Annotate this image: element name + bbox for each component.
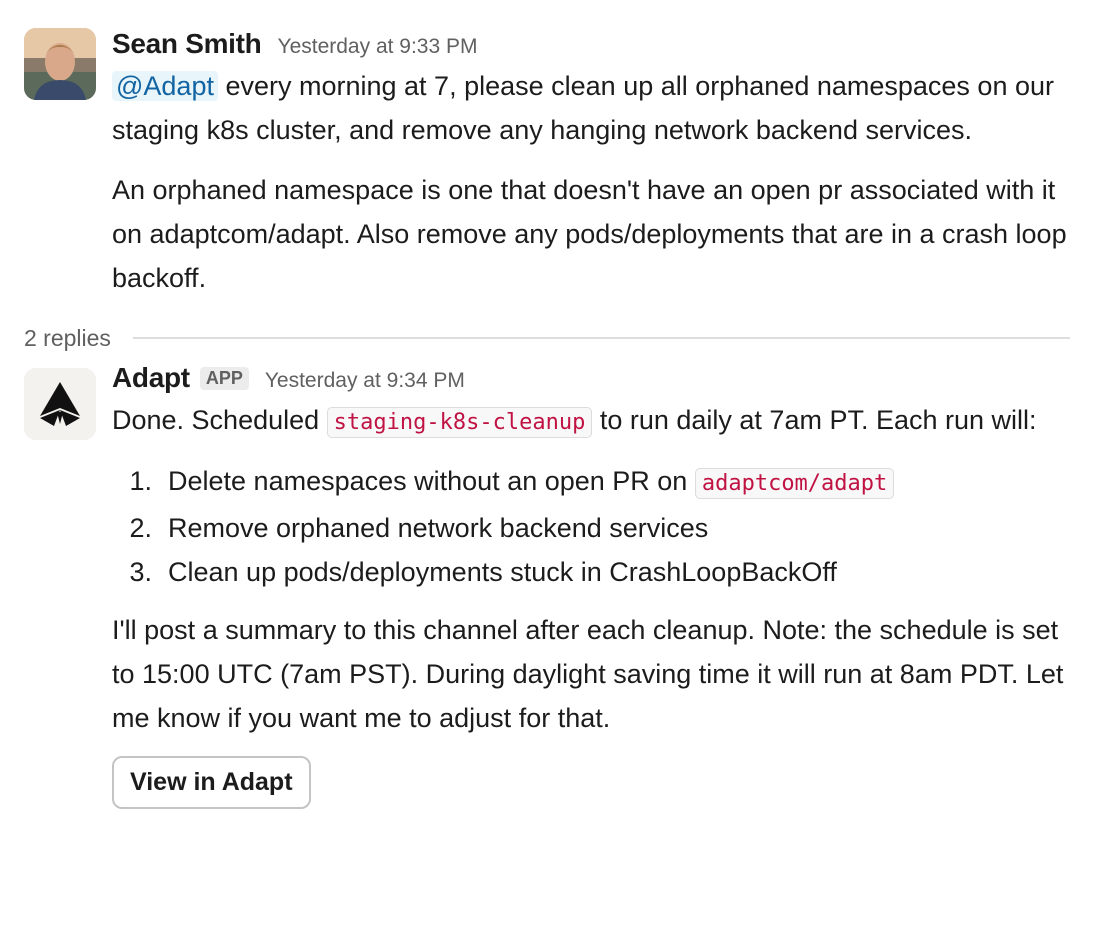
list-item-text: Remove orphaned network backend services bbox=[168, 513, 709, 543]
reply-intro: Done. Scheduled staging-k8s-cleanup to r… bbox=[112, 398, 1100, 445]
reply-text: to run daily at 7am PT. Each run will: bbox=[592, 405, 1037, 435]
message-author[interactable]: Adapt bbox=[112, 362, 190, 394]
message-sean-smith: Sean Smith Yesterday at 9:33 PM @Adapt e… bbox=[0, 0, 1100, 300]
message-text: every morning at 7, please clean up all … bbox=[112, 71, 1054, 145]
reply-text: Done. Scheduled bbox=[112, 405, 327, 435]
adapt-logo-icon bbox=[24, 368, 96, 440]
list-item: 2. Remove orphaned network backend servic… bbox=[112, 506, 1100, 550]
list-number: 1. bbox=[129, 466, 152, 496]
steps-list: 1. Delete namespaces without an open PR o… bbox=[112, 459, 1100, 594]
app-avatar[interactable] bbox=[24, 368, 96, 440]
message-author[interactable]: Sean Smith bbox=[112, 28, 262, 60]
divider bbox=[132, 337, 1070, 339]
message-timestamp[interactable]: Yesterday at 9:33 PM bbox=[277, 35, 477, 59]
list-item: 3. Clean up pods/deployments stuck in Cra… bbox=[112, 550, 1100, 594]
reply-summary: I'll post a summary to this channel afte… bbox=[112, 615, 1064, 733]
message-timestamp[interactable]: Yesterday at 9:34 PM bbox=[265, 369, 465, 393]
message-paragraph: An orphaned namespace is one that doesn'… bbox=[112, 175, 1067, 293]
list-number: 3. bbox=[129, 557, 152, 587]
repo-code: adaptcom/adapt bbox=[694, 468, 895, 499]
list-number: 2. bbox=[129, 513, 152, 543]
app-badge: APP bbox=[199, 367, 249, 390]
replies-count-link[interactable]: 2 replies bbox=[24, 325, 111, 352]
job-name-code: staging-k8s-cleanup bbox=[326, 407, 593, 438]
view-in-adapt-button[interactable]: View in Adapt bbox=[112, 756, 311, 809]
list-item: 1. Delete namespaces without an open PR o… bbox=[112, 459, 1100, 506]
user-avatar[interactable] bbox=[24, 28, 96, 100]
list-item-text: Clean up pods/deployments stuck in Crash… bbox=[168, 557, 837, 587]
message-body: @Adapt every morning at 7, please clean … bbox=[112, 64, 1100, 152]
user-mention[interactable]: @Adapt bbox=[112, 71, 218, 101]
list-item-text: Delete namespaces without an open PR on bbox=[168, 466, 695, 496]
thread-replies-bar: 2 replies bbox=[24, 322, 1070, 354]
message-adapt: Adapt APP Yesterday at 9:34 PM Done. Sch… bbox=[0, 354, 1100, 809]
